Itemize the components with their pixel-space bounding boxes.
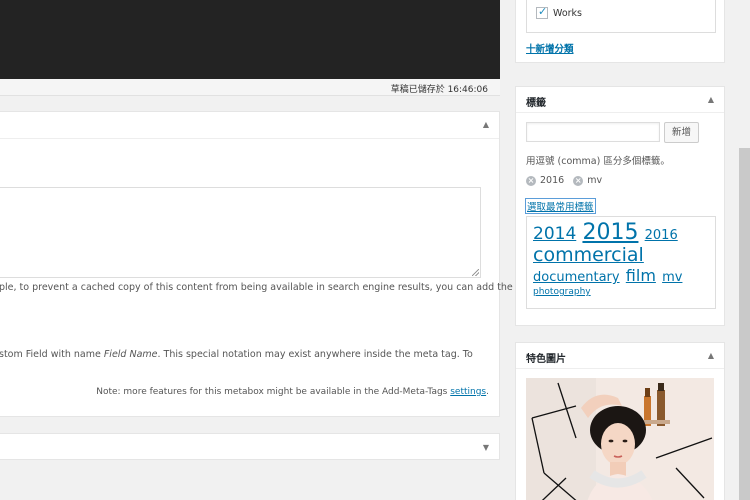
collapse-arrow-icon[interactable]: ▲ — [708, 352, 714, 360]
categories-box: Works 十新增分類 — [515, 0, 725, 63]
metabox-description-line1: ple, to prevent a cached copy of this co… — [0, 282, 513, 293]
collapsed-metabox[interactable]: ▼ — [0, 433, 500, 460]
choose-popular-tags-link[interactable]: 選取最常用標籤 — [525, 198, 596, 214]
checkbox-checked-icon[interactable] — [536, 5, 548, 19]
add-tag-button[interactable]: 新增 — [664, 122, 699, 143]
desc-line2-part1: stom Field with name — [0, 349, 104, 360]
remove-tag-icon[interactable]: × — [573, 175, 584, 186]
field-name-italic: Field Name — [103, 349, 158, 360]
settings-link[interactable]: settings — [450, 387, 486, 397]
tags-box-header[interactable]: 標籤 ▲ — [516, 87, 724, 113]
tag-cloud-item[interactable]: commercial — [533, 244, 644, 266]
tag-cloud-item[interactable]: mv — [662, 270, 682, 285]
meta-textarea[interactable] — [0, 187, 481, 278]
meta-tags-metabox: ▲ ple, to prevent a cached copy of this … — [0, 111, 513, 417]
resize-grip-icon[interactable] — [472, 269, 479, 276]
draft-status-bar: 草稿已儲存於 16:46:06 — [0, 79, 500, 96]
collapse-arrow-icon[interactable]: ▲ — [708, 96, 714, 104]
tags-box-title: 標籤 — [526, 98, 546, 109]
note-text: Note: more features for this metabox mig… — [96, 387, 451, 397]
tag-cloud-item[interactable]: documentary — [533, 270, 620, 285]
tag-cloud-item[interactable]: film — [626, 266, 656, 285]
category-checklist: Works — [526, 0, 716, 33]
metabox-header[interactable]: ▲ — [0, 112, 499, 139]
add-category-link[interactable]: 十新增分類 — [526, 41, 574, 55]
page-scrollbar[interactable] — [739, 148, 750, 500]
tag-cloud-item[interactable]: photography — [533, 287, 591, 297]
expand-arrow-icon[interactable]: ▼ — [483, 444, 489, 452]
editor-content-area[interactable] — [0, 0, 500, 79]
tag-cloud: 2014 2015 2016 commercial documentary fi… — [526, 216, 716, 309]
category-label: Works — [553, 7, 583, 19]
featured-photo-illustration — [526, 378, 714, 500]
tag-hint: 用逗號 (comma) 區分多個標籤。 — [526, 156, 670, 167]
tag-cloud-item[interactable]: 2014 — [533, 224, 576, 244]
desc-line2-part2: . This special notation may exist anywhe… — [157, 349, 473, 360]
chosen-tag: × 2016 — [526, 175, 564, 186]
category-item-works[interactable]: Works — [536, 5, 583, 19]
chosen-tag-label: mv — [587, 175, 603, 186]
collapse-arrow-icon[interactable]: ▲ — [483, 121, 489, 129]
featured-image-box: 特色圖片 ▲ — [515, 342, 725, 500]
featured-box-header[interactable]: 特色圖片 ▲ — [516, 343, 724, 369]
tag-cloud-item[interactable]: 2015 — [582, 220, 638, 245]
tags-box: 標籤 ▲ 新增 用逗號 (comma) 區分多個標籤。 × 2016 × mv … — [515, 86, 725, 326]
chosen-tag: × mv — [573, 175, 602, 186]
chosen-tag-label: 2016 — [540, 175, 565, 186]
tag-cloud-item[interactable]: 2016 — [645, 228, 678, 243]
note-suffix: . — [486, 387, 489, 397]
draft-status-text: 草稿已儲存於 16:46:06 — [390, 85, 488, 95]
remove-tag-icon[interactable]: × — [526, 175, 536, 186]
featured-image-thumbnail[interactable] — [526, 378, 714, 500]
featured-box-title: 特色圖片 — [526, 354, 566, 365]
new-tag-input[interactable] — [526, 122, 660, 142]
metabox-description-line2: stom Field with name Field Name. This sp… — [0, 349, 473, 360]
metabox-note: Note: more features for this metabox mig… — [96, 387, 489, 397]
chosen-tags-list: × 2016 × mv — [526, 175, 602, 186]
